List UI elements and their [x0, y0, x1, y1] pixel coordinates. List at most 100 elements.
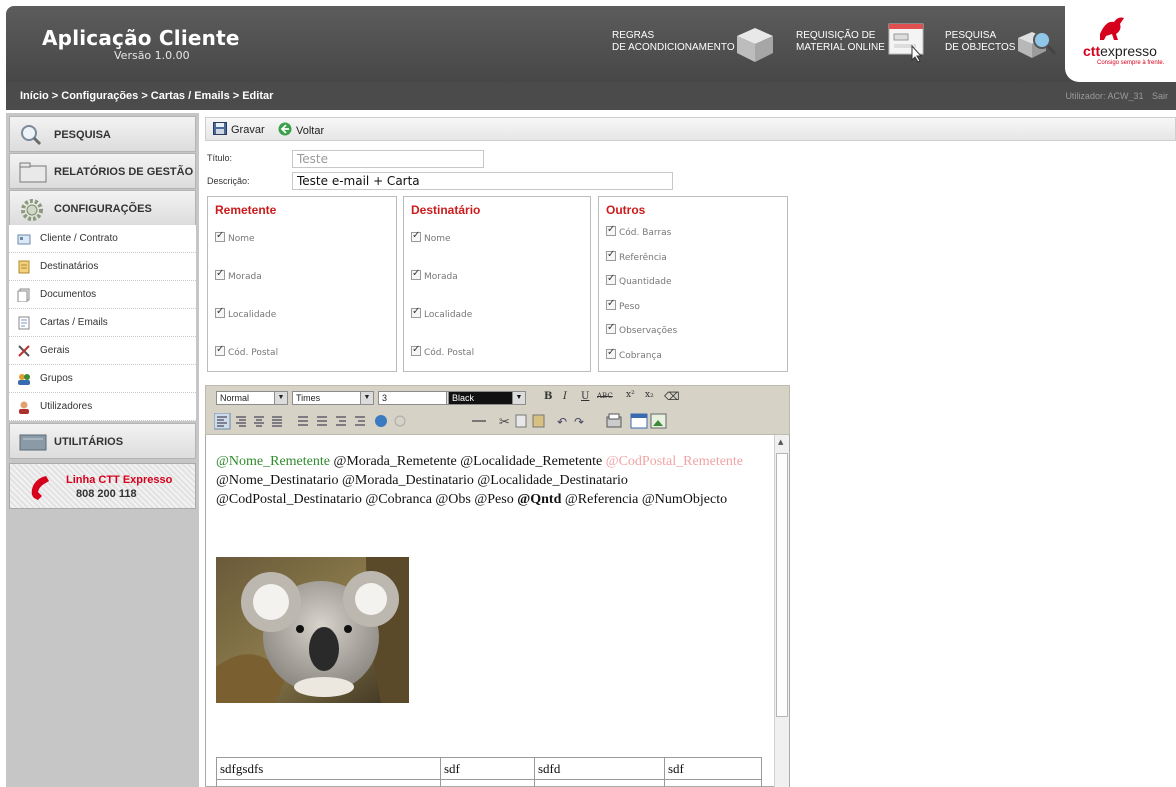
checkbox-dest-nome[interactable]: Nome — [411, 230, 451, 244]
checkbox-dest-morada[interactable]: Morada — [411, 268, 458, 282]
checkbox-rem-nome[interactable]: Nome — [215, 230, 255, 244]
sidebar-item-cartas-emails[interactable]: Cartas / Emails — [9, 309, 196, 337]
scrollbar-thumb[interactable] — [776, 453, 788, 717]
checkbox-box[interactable] — [411, 268, 421, 280]
search-icon — [21, 125, 42, 146]
sidebar-item-label: Grupos — [40, 373, 73, 384]
checkbox-box[interactable] — [411, 230, 421, 242]
table-cell[interactable]: sdf — [664, 757, 762, 780]
description-label: Descrição: — [207, 176, 250, 186]
checkbox-rem-morada[interactable]: Morada — [215, 268, 262, 282]
nav-requisicao-line1: REQUISIÇÃO DE — [796, 30, 876, 41]
scroll-up-icon[interactable]: ▲ — [778, 438, 783, 446]
app-title: Aplicação Cliente — [42, 26, 240, 50]
table-cell[interactable] — [216, 779, 441, 787]
sidebar-item-destinatarios[interactable]: Destinatários — [9, 253, 196, 281]
sidebar-item-documentos[interactable]: Documentos — [9, 281, 196, 309]
sidebar-item-utilizadores[interactable]: Utilizadores — [9, 393, 196, 421]
rich-text-editor[interactable]: @Nome_Remetente @Morada_Remetente @Local… — [205, 435, 790, 787]
italic-icon[interactable]: I — [563, 391, 567, 402]
sidebar-item-grupos[interactable]: Grupos — [9, 365, 196, 393]
box-icon[interactable] — [733, 22, 777, 64]
breadcrumb[interactable]: Início > Configurações > Cartas / Emails… — [20, 90, 273, 102]
table-cell[interactable]: sdfgsdfs — [216, 757, 441, 780]
nav-pesquisa-objectos[interactable]: PESQUISA DE OBJECTOS — [945, 30, 1015, 54]
superscript-icon[interactable]: x² — [626, 390, 635, 400]
back-arrow-icon — [278, 122, 292, 136]
nav-regras[interactable]: REGRAS DE ACONDICIONAMENTO — [612, 30, 735, 54]
checkbox-box[interactable] — [606, 224, 616, 236]
sidebar-section-utilitarios[interactable]: UTILITÁRIOS — [9, 423, 196, 459]
magnifier-icon[interactable] — [1014, 24, 1058, 62]
sidebar-item-label: Documentos — [40, 289, 97, 300]
logout-link[interactable]: Sair — [1152, 91, 1168, 101]
toolbox-icon — [19, 434, 47, 451]
save-button[interactable]: Gravar — [213, 122, 265, 136]
table-cell[interactable] — [534, 779, 665, 787]
checkbox-box[interactable] — [411, 306, 421, 318]
checkbox-outros-referencia[interactable]: Referência — [606, 249, 667, 263]
checkbox-outros-quantidade[interactable]: Quantidade — [606, 273, 672, 287]
checkbox-box[interactable] — [606, 347, 616, 359]
sidebar-section-label: CONFIGURAÇÕES — [54, 203, 152, 215]
checkbox-box[interactable] — [606, 249, 616, 261]
title-field[interactable]: Teste — [292, 150, 484, 168]
sidebar-section-relatorios[interactable]: RELATÓRIOS DE GESTÃO — [9, 153, 196, 189]
checkbox-outros-cobranca[interactable]: Cobrança — [606, 347, 662, 361]
placeholder-line2: @Nome_Destinatario @Morada_Destinatario … — [216, 473, 628, 488]
checkbox-box[interactable] — [215, 268, 225, 280]
checkbox-outros-codbarras[interactable]: Cód. Barras — [606, 224, 671, 238]
format-select-value: Normal — [220, 393, 250, 403]
sidebar-item-label: Destinatários — [40, 261, 99, 272]
checkbox-box[interactable] — [215, 230, 225, 242]
eraser-icon[interactable]: ⌫ — [664, 390, 680, 403]
checkbox-box[interactable] — [411, 344, 421, 356]
table-cell[interactable]: sdf — [440, 757, 535, 780]
sidebar-section-label: PESQUISA — [54, 129, 111, 141]
subscript-icon[interactable]: x₂ — [645, 390, 654, 400]
sidebar-item-gerais[interactable]: Gerais — [9, 337, 196, 365]
editor-content[interactable]: @Nome_Remetente @Morada_Remetente @Local… — [216, 452, 771, 509]
editor-scrollbar[interactable]: ▲ — [774, 435, 789, 787]
checkbox-box[interactable] — [215, 344, 225, 356]
table-cell[interactable] — [440, 779, 535, 787]
sidebar-section-pesquisa[interactable]: PESQUISA — [9, 116, 196, 152]
checkbox-dest-codpostal[interactable]: Cód. Postal — [411, 344, 475, 358]
address-book-icon — [18, 260, 30, 274]
sidebar-item-label: Cartas / Emails — [40, 317, 108, 328]
table-cell[interactable]: sdfd — [534, 757, 665, 780]
table-row — [216, 779, 762, 787]
checkbox-outros-peso[interactable]: Peso — [606, 298, 640, 312]
nav-requisicao[interactable]: REQUISIÇÃO DE MATERIAL ONLINE — [796, 30, 885, 54]
size-select-value: 3 — [382, 393, 388, 403]
checkbox-outros-observacoes[interactable]: Observações — [606, 322, 678, 336]
print-table-image-icons — [606, 413, 667, 429]
sidebar-section-configuracoes[interactable]: CONFIGURAÇÕES — [9, 190, 196, 226]
underline-icon[interactable]: U — [581, 391, 589, 402]
strikethrough-icon[interactable]: ABC — [597, 392, 613, 400]
tools-icon — [18, 345, 30, 357]
checkbox-box[interactable] — [606, 273, 616, 285]
checkbox-dest-localidade[interactable]: Localidade — [411, 306, 472, 320]
rich-text-toolbar: Normal ▼ Times ▼ 3 ▼ Black ▼ B I U ABC x² x₂… — [205, 385, 790, 435]
sidebar-item-cliente-contrato[interactable]: Cliente / Contrato — [9, 225, 196, 253]
format-select[interactable]: Normal ▼ — [216, 391, 288, 405]
checkbox-label: Cód. Postal — [424, 348, 475, 358]
checkbox-label: Observações — [619, 326, 678, 336]
checkbox-box[interactable] — [215, 306, 225, 318]
checkbox-rem-codpostal[interactable]: Cód. Postal — [215, 344, 278, 358]
checkbox-label: Peso — [619, 302, 640, 312]
editor-table[interactable]: sdfgsdfs sdf sdfd sdf — [216, 757, 762, 787]
table-cell[interactable] — [664, 779, 762, 787]
checkbox-box[interactable] — [606, 322, 616, 334]
description-field[interactable]: Teste e-mail + Carta — [292, 172, 673, 190]
color-select[interactable]: Black ▼ — [448, 391, 526, 405]
checkbox-rem-localidade[interactable]: Localidade — [215, 306, 276, 320]
checkbox-box[interactable] — [606, 298, 616, 310]
font-select[interactable]: Times ▼ — [292, 391, 374, 405]
bold-icon[interactable]: B — [544, 391, 552, 402]
back-button[interactable]: Voltar — [278, 122, 324, 137]
form-pointer-icon[interactable] — [886, 20, 928, 64]
koala-image[interactable] — [216, 557, 409, 703]
hotline-title: Linha CTT Expresso — [66, 474, 173, 486]
